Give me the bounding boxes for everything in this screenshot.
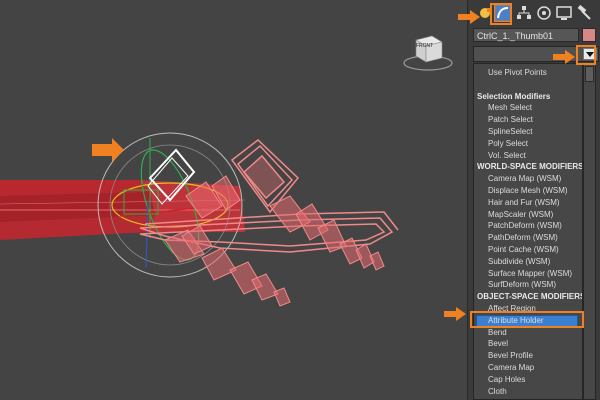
modifier-item-selected[interactable]: Attribute Holder	[476, 314, 578, 327]
modifier-item[interactable]: Point Cache (WSM)	[488, 244, 559, 256]
modifier-list-scrollbar[interactable]	[583, 63, 596, 400]
modifier-list-dropdown[interactable]	[473, 46, 599, 62]
modifier-item[interactable]: Surface Mapper (WSM)	[488, 268, 572, 280]
modifier-item[interactable]: Use Pivot Points	[488, 67, 547, 79]
modifier-item[interactable]: PathDeform (WSM)	[488, 232, 558, 244]
modifier-category-header: Selection Modifiers	[477, 91, 551, 101]
command-panel: CtrlC_1._Thumb01 Use Pivot Points Selecti…	[467, 0, 600, 400]
modifier-item[interactable]: Subdivide (WSM)	[488, 256, 550, 268]
motion-icon[interactable]	[536, 5, 552, 21]
modifier-item[interactable]: Bevel	[488, 338, 508, 350]
object-name-text: CtrlC_1._Thumb01	[477, 31, 554, 41]
modifier-item[interactable]: Bend	[488, 327, 507, 339]
modifier-item[interactable]: Patch Select	[488, 114, 533, 126]
scene-render[interactable]	[0, 0, 467, 400]
modifier-item[interactable]: Camera Map (WSM)	[488, 173, 561, 185]
callout-arrow-viewport	[92, 138, 124, 162]
modifier-item[interactable]: Mesh Select	[488, 102, 532, 114]
modify-panel-icon[interactable]	[494, 4, 512, 22]
modifier-item[interactable]: Bevel Profile	[488, 350, 533, 362]
modifier-item[interactable]: Cloth	[488, 386, 507, 398]
utilities-hammer-icon[interactable]	[576, 5, 592, 21]
object-name-field[interactable]: CtrlC_1._Thumb01	[473, 28, 579, 42]
display-icon[interactable]	[556, 5, 572, 21]
callout-arrow-dropdown	[553, 50, 575, 64]
modifier-item[interactable]: Camera Map	[488, 362, 534, 374]
command-panel-tabs	[468, 0, 600, 26]
modifier-item[interactable]: SurfDeform (WSM)	[488, 279, 556, 291]
finger-segments[interactable]	[164, 175, 385, 307]
modifier-item[interactable]: MapScaler (WSM)	[488, 209, 553, 221]
object-color-swatch[interactable]	[582, 28, 596, 42]
viewcube-label: FRONT	[416, 43, 434, 49]
dropdown-arrow-button[interactable]	[583, 48, 597, 60]
modifier-list[interactable]: Use Pivot Points Selection Modifiers Mesh …	[473, 63, 583, 400]
modifier-item[interactable]: Affect Region	[488, 303, 536, 315]
modifier-item[interactable]: SplineSelect	[488, 126, 532, 138]
scrollbar-thumb[interactable]	[585, 66, 594, 82]
modifier-category-header: WORLD-SPACE MODIFIERS	[477, 162, 583, 172]
callout-arrow-toolbar	[458, 10, 480, 24]
chevron-down-icon	[586, 52, 594, 57]
hierarchy-icon[interactable]	[516, 5, 532, 21]
modifier-item[interactable]: Hair and Fur (WSM)	[488, 197, 560, 209]
modifier-item[interactable]: PatchDeform (WSM)	[488, 220, 562, 232]
3d-viewport[interactable]: FRONT	[0, 0, 467, 400]
viewcube[interactable]: FRONT	[402, 30, 454, 72]
modifier-item[interactable]: Vol. Select	[488, 150, 526, 162]
modifier-item[interactable]: Cap Holes	[488, 374, 525, 386]
modifier-item[interactable]: Poly Select	[488, 138, 528, 150]
callout-arrow-attribute-holder	[444, 307, 466, 321]
modifier-item[interactable]: Displace Mesh (WSM)	[488, 185, 568, 197]
modifier-category-header: OBJECT-SPACE MODIFIERS	[477, 292, 583, 302]
